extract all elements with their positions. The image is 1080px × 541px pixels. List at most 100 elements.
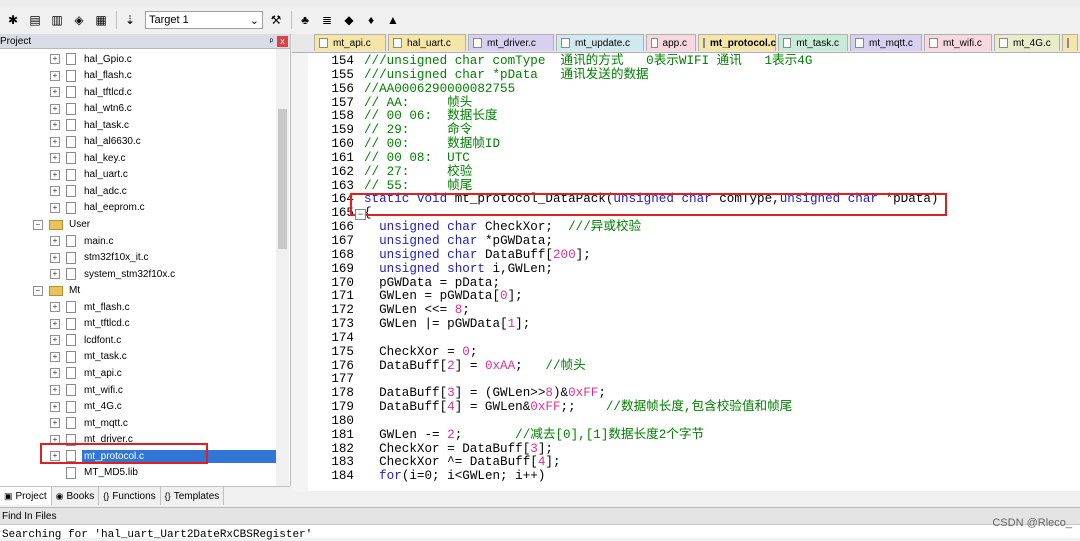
stop-build-icon[interactable]: ▦ — [92, 11, 110, 29]
build-icon[interactable]: ▤ — [26, 11, 44, 29]
code-line[interactable]: 180 — [292, 414, 938, 429]
code-line[interactable]: 161 // 00 08: UTC — [292, 151, 938, 166]
editor-tab[interactable]: mt_protocol.c — [698, 34, 776, 51]
rebuild-icon[interactable]: ▥ — [48, 11, 66, 29]
tree-file[interactable]: + mt_4G.c — [50, 399, 124, 415]
expand-icon[interactable]: + — [50, 169, 60, 180]
tree-folder[interactable]: − Mt — [33, 283, 82, 299]
code-editor[interactable]: 154 ///unsigned char comType 通讯的方式 0表示WIF… — [292, 53, 1080, 491]
code-line[interactable]: 156 //AA0006290000082755 — [292, 82, 938, 97]
tree-file[interactable]: + hal_wtn6.c — [50, 101, 134, 117]
tree-file[interactable]: + mt_mqtt.c — [50, 415, 130, 431]
fold-toggle-icon[interactable]: − — [355, 209, 366, 221]
code-line[interactable]: 175 CheckXor = 0; — [292, 345, 938, 360]
tree-file[interactable]: + mt_task.c — [50, 349, 129, 365]
tree-file[interactable]: + mt_api.c — [50, 365, 124, 381]
tree-file[interactable]: + hal_key.c — [50, 150, 128, 166]
code-line[interactable]: 155 ///unsigned char *pData 通讯发送的数据 — [292, 68, 938, 83]
expand-icon[interactable]: + — [50, 103, 60, 114]
code-line[interactable]: 162 // 27: 校验 — [292, 165, 938, 180]
editor-tab[interactable]: app.c — [646, 34, 696, 51]
collapse-icon[interactable]: − — [33, 219, 43, 230]
expand-icon[interactable]: + — [50, 186, 60, 197]
expand-icon[interactable]: + — [50, 202, 60, 213]
scrollbar-thumb[interactable] — [278, 109, 287, 249]
code-area[interactable]: 154 ///unsigned char comType 通讯的方式 0表示WIF… — [292, 54, 938, 484]
expand-icon[interactable]: + — [50, 252, 60, 263]
code-line[interactable]: 154 ///unsigned char comType 通讯的方式 0表示WIF… — [292, 54, 938, 69]
tree-file[interactable]: + mt_flash.c — [50, 299, 132, 315]
code-line[interactable]: 181 GWLen -= 2; //减去[0],[1]数据长度2个字节 — [292, 428, 938, 443]
expand-icon[interactable]: + — [50, 385, 60, 395]
code-line[interactable]: 172 GWLen <<= 8; — [292, 303, 938, 318]
code-line[interactable]: 182 CheckXor = DataBuff[3]; — [292, 442, 938, 457]
editor-hscrollbar[interactable] — [292, 491, 1080, 503]
tree-file[interactable]: + hal_eeprom.c — [50, 200, 147, 216]
expand-icon[interactable]: + — [50, 136, 60, 147]
editor-tab[interactable]: hal_uart.c — [388, 34, 466, 51]
collapse-icon[interactable]: − — [33, 285, 43, 296]
options-icon[interactable]: ⚒ — [267, 11, 285, 29]
editor-tab[interactable] — [1062, 34, 1078, 51]
tree-file[interactable]: + hal_task.c — [50, 117, 131, 133]
batch-build-icon[interactable]: ◈ — [70, 11, 88, 29]
tree-file[interactable]: + hal_al6630.c — [50, 134, 143, 150]
tree-file[interactable]: + hal_uart.c — [50, 167, 130, 183]
compile-icon[interactable]: ✱ — [4, 11, 22, 29]
expand-icon[interactable]: + — [50, 335, 60, 346]
code-line[interactable]: 179 DataBuff[4] = GWLen&0xFF;; //数据帧长度,包… — [292, 400, 938, 415]
tree-file[interactable]: + hal_adc.c — [50, 183, 129, 199]
expand-icon[interactable]: + — [50, 401, 60, 412]
editor-tab[interactable]: mt_update.c — [556, 34, 644, 51]
expand-icon[interactable]: + — [50, 120, 60, 131]
code-line[interactable]: 163 // 55: 帧尾 — [292, 179, 938, 194]
tree-folder[interactable]: − User — [33, 217, 92, 233]
code-line[interactable]: 176 DataBuff[2] = 0xAA; //帧头 — [292, 359, 938, 374]
expand-icon[interactable]: + — [50, 302, 60, 313]
pack-installer-icon[interactable]: ◆ — [340, 11, 358, 29]
pin-icon[interactable]: ᵖ — [270, 36, 273, 46]
editor-tab[interactable]: mt_4G.c — [994, 34, 1060, 51]
code-line[interactable]: 159 // 29: 命令 — [292, 123, 938, 138]
expand-icon[interactable]: + — [50, 368, 60, 379]
code-line[interactable]: 184 for(i=0; i<GWLen; i++) — [292, 469, 938, 484]
expand-icon[interactable]: + — [50, 87, 60, 98]
project-scrollbar[interactable] — [276, 49, 289, 489]
tree-file[interactable]: + mt_wifi.c — [50, 382, 125, 398]
project-tab-functions[interactable]: {} Functions — [99, 487, 161, 505]
software-packs-icon[interactable]: ▲ — [384, 11, 402, 29]
project-tab-templates[interactable]: {} Templates — [161, 487, 225, 505]
manage-components-icon[interactable]: ♣ — [296, 11, 314, 29]
expand-icon[interactable]: + — [50, 70, 60, 81]
tree-file[interactable]: + main.c — [50, 233, 115, 249]
tree-file[interactable]: + hal_flash.c — [50, 68, 134, 84]
code-line[interactable]: 160 // 00: 数据帧ID — [292, 137, 938, 152]
editor-tab[interactable]: mt_driver.c — [468, 34, 554, 51]
tree-file[interactable]: + system_stm32f10x.c — [50, 266, 177, 282]
code-line[interactable]: 174 — [292, 331, 938, 346]
code-line[interactable]: 171 GWLen = pGWData[0]; — [292, 289, 938, 304]
editor-tab[interactable]: mt_task.c — [778, 34, 848, 51]
code-line[interactable]: 167 unsigned char *pGWData; — [292, 234, 938, 249]
editor-tab[interactable]: mt_api.c — [314, 34, 386, 51]
tree-file[interactable]: + mt_tftlcd.c — [50, 316, 132, 332]
load-icon[interactable]: ⇣ — [121, 11, 139, 29]
tree-file[interactable]: + stm32f10x_it.c — [50, 250, 150, 266]
expand-icon[interactable]: + — [50, 318, 60, 329]
code-line[interactable]: 183 CheckXor ^= DataBuff[4]; — [292, 456, 938, 470]
code-line[interactable]: 166 unsigned char CheckXor; ///异或校验 — [292, 220, 938, 235]
select-packs-icon[interactable]: ♦ — [362, 11, 380, 29]
expand-icon[interactable]: + — [50, 351, 60, 362]
tree-file[interactable]: MT_MD5.lib — [50, 465, 140, 481]
tree-file[interactable]: + lcdfont.c — [50, 332, 123, 348]
project-tab-project[interactable]: ▣ Project — [0, 487, 52, 505]
expand-icon[interactable]: + — [50, 269, 60, 280]
expand-icon[interactable]: + — [50, 54, 60, 64]
tree-file[interactable]: + hal_Gpio.c — [50, 51, 134, 67]
expand-icon[interactable]: + — [50, 153, 60, 164]
code-line[interactable]: 177 — [292, 373, 938, 387]
run-time-env-icon[interactable]: ≣ — [318, 11, 336, 29]
close-icon[interactable]: x — [277, 35, 288, 47]
code-line[interactable]: 169 unsigned short i,GWLen; — [292, 262, 938, 277]
expand-icon[interactable]: + — [50, 236, 60, 247]
